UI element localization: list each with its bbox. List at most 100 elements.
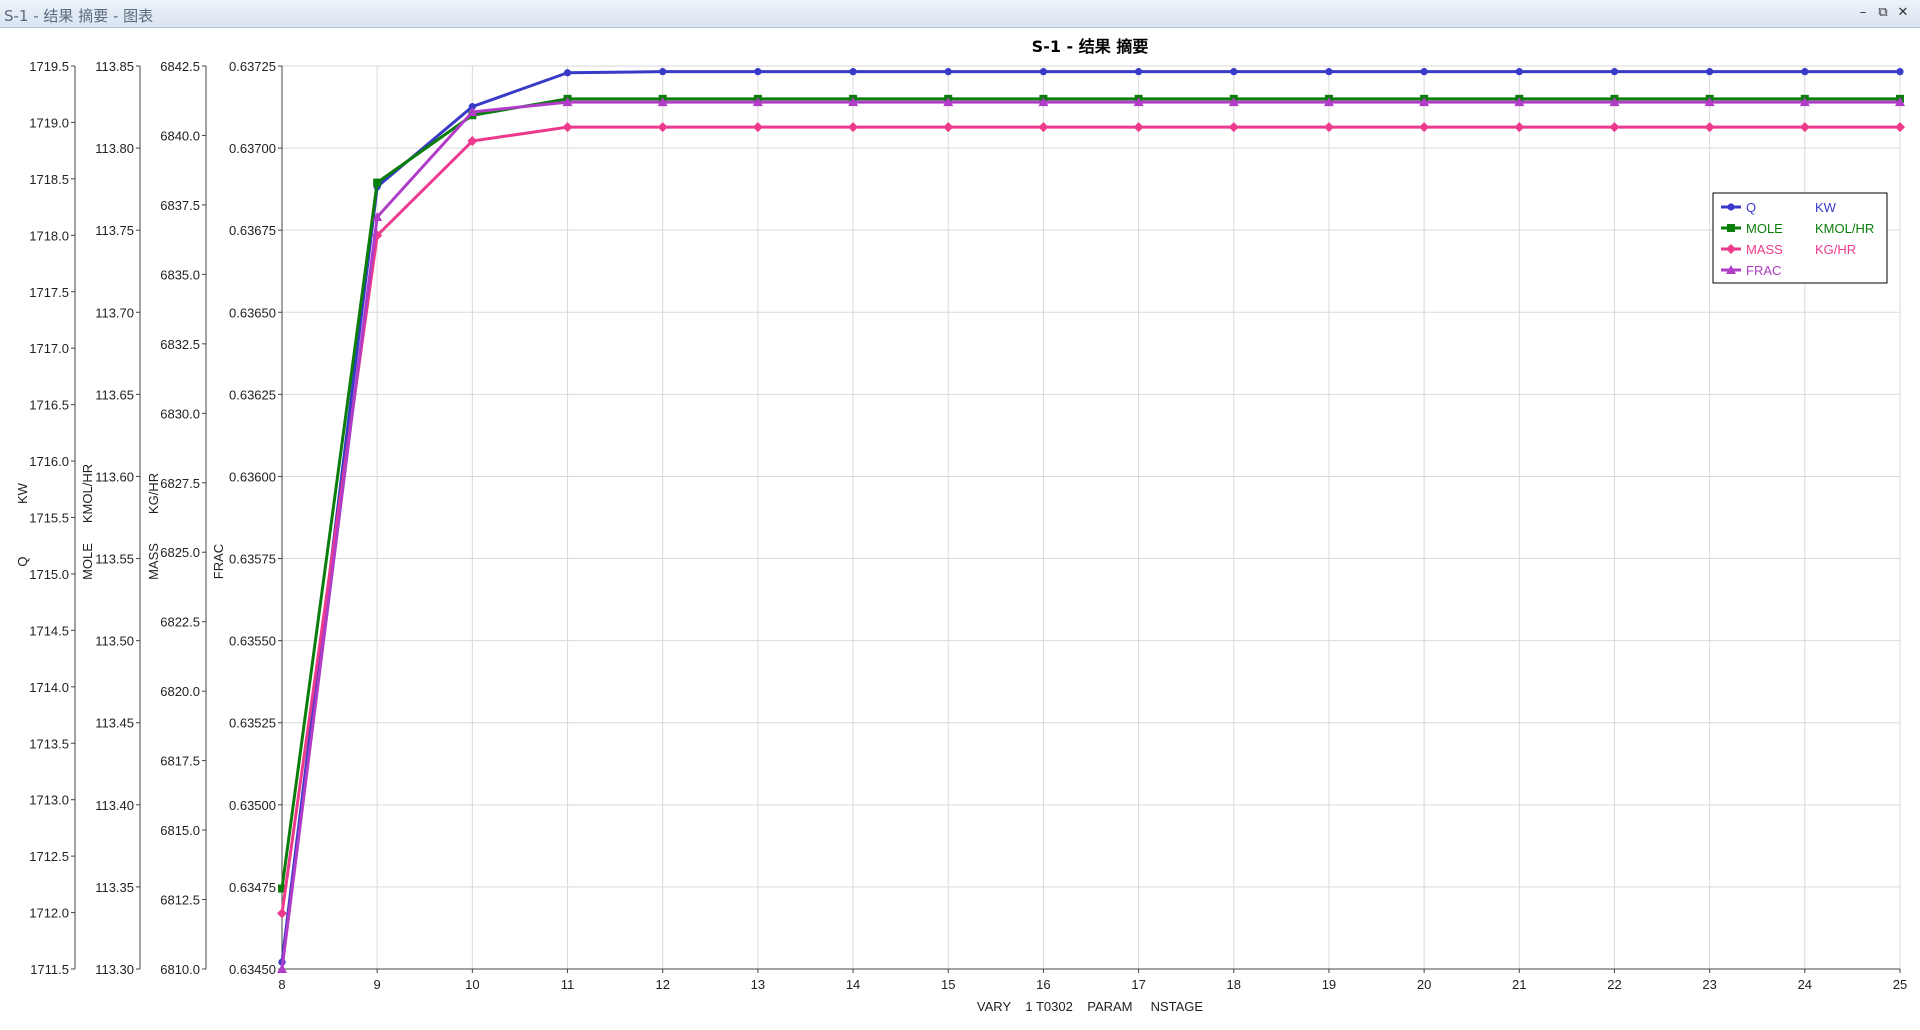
- y-tick-label-mass: 6815.0: [160, 823, 200, 838]
- y-tick-label-mass: 6810.0: [160, 962, 200, 977]
- chart-window: S-1 - 结果 摘要 - 图表 – ⧉ ✕ 1711.5 1712.0 1712.…: [0, 0, 1920, 1030]
- x-tick-label: 14: [846, 977, 860, 992]
- y-tick-label-mole: 113.85: [95, 59, 134, 74]
- data-point[interactable]: [1323, 122, 1334, 133]
- data-point[interactable]: [849, 68, 857, 76]
- restore-icon[interactable]: ⧉: [1875, 5, 1891, 21]
- data-point[interactable]: [373, 178, 382, 187]
- data-point[interactable]: [659, 68, 667, 76]
- y-axis-label-mass: MASS KG/HR: [146, 473, 161, 580]
- x-tick-label: 16: [1036, 977, 1050, 992]
- data-point[interactable]: [1419, 122, 1430, 133]
- x-tick-label: 25: [1893, 977, 1907, 992]
- window-titlebar[interactable]: S-1 - 结果 摘要 - 图表 – ⧉ ✕: [0, 0, 1920, 28]
- x-tick-label: 15: [941, 977, 955, 992]
- y-tick-label-mass: 6817.5: [160, 754, 200, 769]
- legend-name: MOLE: [1746, 221, 1783, 236]
- y-tick-label-mole: 113.80: [95, 141, 134, 156]
- y-tick-label-mole: 113.75: [95, 223, 134, 238]
- legend-name: MASS: [1746, 242, 1783, 257]
- data-point[interactable]: [943, 122, 954, 133]
- y-tick-label-frac: 0.63725: [229, 59, 276, 74]
- data-point[interactable]: [754, 68, 762, 76]
- x-tick-label: 20: [1417, 977, 1431, 992]
- y-tick-label-q: 1718.5: [29, 172, 69, 187]
- data-point[interactable]: [1896, 68, 1904, 76]
- data-point[interactable]: [1610, 68, 1619, 76]
- y-tick-label-q: 1715.0: [29, 567, 69, 582]
- data-point[interactable]: [1133, 122, 1144, 133]
- close-icon[interactable]: ✕: [1895, 5, 1911, 21]
- y-axis-label-mole: MOLE KMOL/HR: [80, 464, 95, 580]
- y-axis-name: MOLE: [80, 543, 95, 580]
- y-tick-label-mole: 113.30: [95, 962, 134, 977]
- y-tick-label-q: 1713.5: [29, 736, 69, 751]
- chart-title: S-1 - 结果 摘要: [1032, 37, 1149, 56]
- y-tick-label-frac: 0.63475: [229, 880, 276, 895]
- data-point[interactable]: [1038, 122, 1049, 133]
- data-point[interactable]: [657, 122, 668, 133]
- y-tick-label-q: 1717.5: [29, 285, 69, 300]
- data-point[interactable]: [1609, 122, 1620, 133]
- series-line[interactable]: [280, 70, 1900, 963]
- data-point[interactable]: [1039, 68, 1048, 76]
- y-tick-label-frac: 0.63550: [229, 634, 276, 649]
- y-axis-name: MASS: [146, 543, 161, 580]
- data-point[interactable]: [1230, 68, 1238, 76]
- y-tick-label-frac: 0.63625: [229, 387, 276, 402]
- x-tick-label: 13: [751, 977, 765, 992]
- y-axis-name: Q: [15, 556, 30, 566]
- data-point[interactable]: [1801, 68, 1809, 76]
- data-point[interactable]: [752, 122, 763, 133]
- x-tick-label: 21: [1512, 977, 1526, 992]
- data-point[interactable]: [848, 122, 859, 133]
- y-tick-label-mole: 113.55: [95, 552, 134, 567]
- plot-area: [277, 68, 1905, 973]
- x-tick-label: 12: [655, 977, 669, 992]
- series-line[interactable]: [280, 100, 1900, 970]
- legend-marker[interactable]: [1727, 203, 1735, 211]
- data-point[interactable]: [1325, 68, 1333, 76]
- legend-name: FRAC: [1746, 263, 1781, 278]
- series-line[interactable]: [280, 125, 1900, 914]
- data-point[interactable]: [1228, 122, 1239, 133]
- data-point[interactable]: [562, 122, 573, 133]
- legend[interactable]: Q KW MOLE KMOL/HR MASS KG/HR FRAC: [1712, 192, 1888, 284]
- legend-name: Q: [1746, 200, 1756, 215]
- data-point[interactable]: [1704, 122, 1715, 133]
- legend-marker[interactable]: [1727, 224, 1735, 232]
- data-point[interactable]: [1799, 122, 1810, 133]
- grid-lines: [281, 65, 1901, 970]
- y-tick-label-mass: 6820.0: [160, 684, 200, 699]
- y-tick-label-mass: 6812.5: [160, 893, 200, 908]
- y-tick-label-frac: 0.63500: [229, 798, 276, 813]
- y-tick-label-mole: 113.65: [95, 387, 134, 402]
- y-axes: 1711.5 1712.0 1712.5 1713.0 1713.5 1714.0 1714…: [15, 59, 283, 977]
- data-point[interactable]: [1514, 122, 1525, 133]
- x-tick-label: 17: [1131, 977, 1145, 992]
- data-point[interactable]: [1706, 68, 1714, 76]
- series-line[interactable]: [280, 97, 1900, 889]
- x-tick-label: 8: [278, 977, 285, 992]
- y-tick-label-frac: 0.63675: [229, 223, 276, 238]
- y-tick-label-mole: 113.70: [95, 305, 134, 320]
- series-mole: [278, 94, 1904, 893]
- data-point[interactable]: [1134, 68, 1143, 76]
- y-tick-label-q: 1718.0: [29, 228, 69, 243]
- x-axis: 8 9 10 11 12 13 14 15 16 17 18 19 20 21 22 23 24 25: [278, 968, 1907, 992]
- y-axis-unit: KW: [15, 482, 30, 504]
- data-point[interactable]: [563, 69, 572, 77]
- y-tick-label-frac: 0.63600: [229, 469, 276, 484]
- y-tick-label-mass: 6827.5: [160, 476, 200, 491]
- data-point[interactable]: [277, 908, 287, 919]
- y-axis-label-q: Q KW: [15, 482, 30, 566]
- x-tick-label: 23: [1702, 977, 1716, 992]
- data-point[interactable]: [1420, 68, 1428, 76]
- chart-canvas: 1711.51712.01712.51713.01713.51714.01714…: [15, 37, 1907, 1014]
- y-tick-label-mass: 6835.0: [160, 267, 200, 282]
- data-point[interactable]: [944, 68, 952, 76]
- data-point[interactable]: [1895, 122, 1905, 133]
- data-point[interactable]: [1515, 68, 1523, 76]
- x-tick-label: 19: [1322, 977, 1336, 992]
- minimize-icon[interactable]: –: [1855, 5, 1871, 21]
